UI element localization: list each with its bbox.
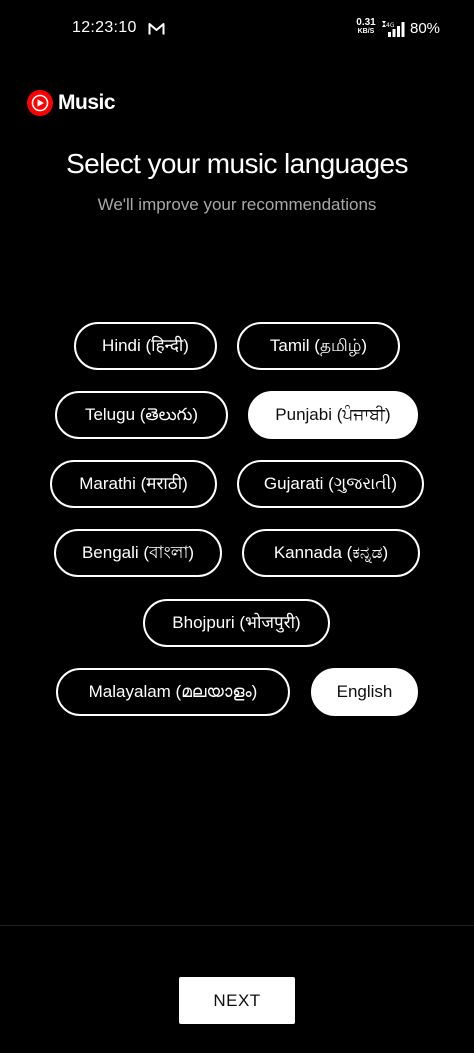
language-chip-kannada[interactable]: Kannada (ಕನ್ನಡ) <box>242 529 420 577</box>
youtube-music-icon <box>27 90 53 116</box>
status-time: 12:23:10 <box>72 19 137 36</box>
network-speed-unit: KB/S <box>357 28 375 35</box>
status-bar: 12:23:10 0.31 KB/S 4G 80% <box>0 0 474 60</box>
svg-text:4G: 4G <box>386 22 395 29</box>
language-chip-hindi[interactable]: Hindi (हिन्दी) <box>74 322 217 370</box>
language-chip-bengali[interactable]: Bengali (বাংলা) <box>54 529 222 577</box>
gmail-icon <box>148 23 165 35</box>
language-chip-malayalam[interactable]: Malayalam (മലയാളം) <box>56 668 290 716</box>
language-chip-marathi[interactable]: Marathi (मराठी) <box>50 460 217 508</box>
next-button[interactable]: NEXT <box>179 977 295 1024</box>
network-speed-value: 0.31 <box>356 17 376 28</box>
page-subtitle: We'll improve your recommendations <box>97 195 377 214</box>
language-chip-bhojpuri[interactable]: Bhojpuri (भोजपुरी) <box>143 599 330 647</box>
language-chip-gujarati[interactable]: Gujarati (ગુજરાતી) <box>237 460 424 508</box>
language-chip-tamil[interactable]: Tamil (தமிழ்) <box>237 322 400 370</box>
app-name: Music <box>58 91 116 114</box>
footer-divider <box>0 925 474 926</box>
app-logo: Music <box>26 88 116 118</box>
network-speed: 0.31 KB/S <box>354 18 378 36</box>
page-title: Select your music languages <box>66 148 408 179</box>
signal-icon: 4G <box>382 21 405 37</box>
language-chip-english[interactable]: English <box>311 668 418 716</box>
language-chip-punjabi[interactable]: Punjabi (ਪੰਜਾਬੀ) <box>248 391 418 439</box>
language-chip-telugu[interactable]: Telugu (తెలుగు) <box>55 391 228 439</box>
battery-level: 80% <box>410 20 441 37</box>
